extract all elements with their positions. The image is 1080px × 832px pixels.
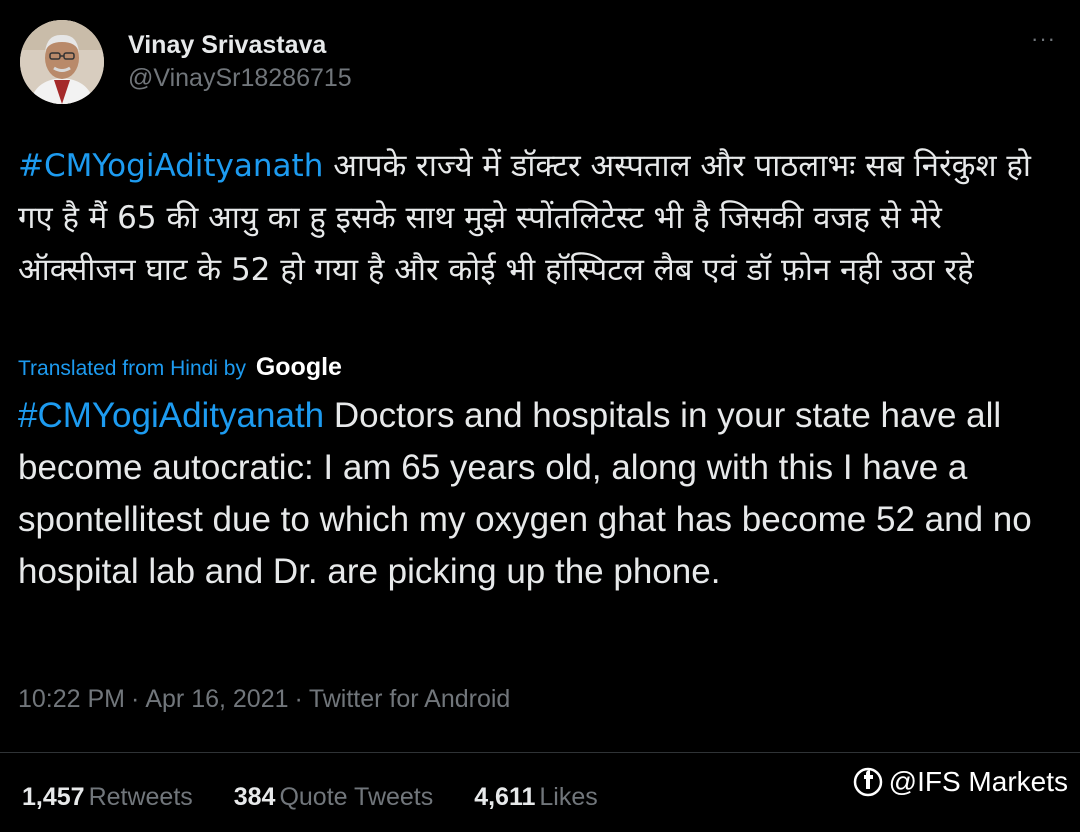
more-options-icon[interactable]: ··· (1031, 26, 1056, 52)
tweet-stats: 1,457 Retweets 384 Quote Tweets 4,611 Likes (22, 780, 632, 814)
facebook-logo-icon (853, 767, 882, 797)
separator: · (131, 685, 140, 713)
quotes-count: 384 (233, 783, 276, 811)
retweets-stat[interactable]: 1,457 Retweets (22, 780, 193, 814)
quotes-label: Quote Tweets (279, 783, 434, 811)
likes-count: 4,611 (474, 783, 536, 811)
translated-label[interactable]: Translated from Hindi by (18, 357, 246, 380)
tweet-original-text: #CMYogiAdityanath आपके राज्ये में डॉक्टर… (18, 140, 1063, 296)
hashtag-link[interactable]: #CMYogiAdityanath (18, 396, 324, 435)
divider (0, 752, 1080, 753)
tweet-metadata: 10:22 PM · Apr 16, 2021 · Twitter for Androi… (18, 682, 510, 716)
user-handle[interactable]: @VinaySr18286715 (128, 62, 352, 94)
author-block: Vinay Srivastava @VinaySr18286715 (128, 30, 352, 94)
avatar-photo-icon (20, 20, 104, 104)
likes-stat[interactable]: 4,611 Likes (474, 780, 598, 814)
tweet-time[interactable]: 10:22 PM (18, 685, 125, 713)
separator: · (294, 685, 303, 713)
hashtag-link[interactable]: #CMYogiAdityanath (18, 148, 323, 184)
display-name[interactable]: Vinay Srivastava (128, 30, 352, 60)
tweet-source[interactable]: Twitter for Android (309, 685, 510, 713)
tweet-date[interactable]: Apr 16, 2021 (145, 685, 288, 713)
watermark: @IFS Markets (853, 766, 1068, 798)
google-logo: Google (255, 353, 342, 381)
translated-from: Translated from Hindi by Google (18, 350, 342, 386)
retweets-label: Retweets (88, 783, 193, 811)
tweet-translation: #CMYogiAdityanath Doctors and hospitals … (18, 390, 1063, 598)
retweets-count: 1,457 (22, 783, 85, 811)
avatar[interactable] (20, 20, 104, 104)
likes-label: Likes (539, 783, 598, 811)
watermark-text: @IFS Markets (888, 766, 1068, 797)
quote-tweets-stat[interactable]: 384 Quote Tweets (234, 780, 434, 814)
tweet-header: Vinay Srivastava @VinaySr18286715 ··· (20, 20, 1060, 110)
